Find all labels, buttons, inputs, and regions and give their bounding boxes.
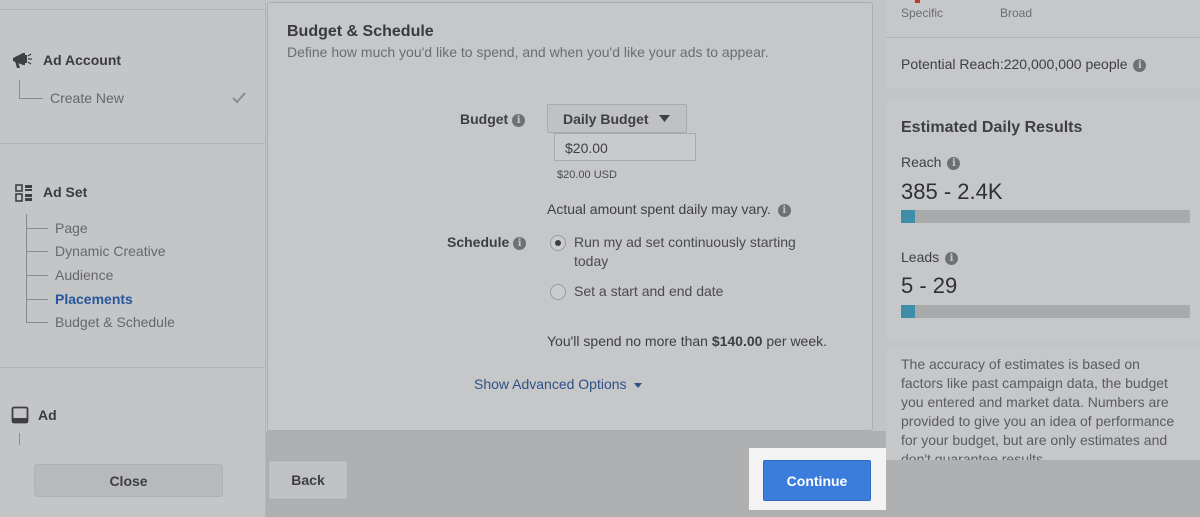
divider (0, 143, 266, 144)
run-continuously-radio[interactable] (550, 235, 566, 251)
close-button[interactable]: Close (34, 464, 223, 497)
specific-label: Specific (901, 6, 944, 20)
card-subtitle: Define how much you'd like to spend, and… (287, 44, 769, 60)
budget-type-dropdown[interactable]: Daily Budget (547, 104, 687, 133)
leads-label: Leads i (901, 249, 959, 265)
info-icon[interactable]: i (777, 203, 791, 217)
continue-button[interactable]: Continue (763, 460, 871, 501)
estimated-results-panel: Estimated Daily Results Reach i 385 - 2.… (886, 100, 1200, 340)
info-icon[interactable]: i (512, 113, 526, 127)
ad-account-title: Ad Account (43, 52, 122, 68)
audience-meter-tick (915, 0, 920, 3)
info-icon[interactable]: i (947, 156, 961, 170)
sidebar: Ad Account Create New Ad Set Page Dynami… (0, 0, 266, 517)
caret-down-icon (634, 382, 643, 388)
vary-note: Actual amount spent daily may vary. i (547, 201, 791, 217)
sidebar-item-dynamic-creative[interactable]: Dynamic Creative (55, 243, 165, 259)
reach-value: 385 - 2.4K (901, 179, 1003, 204)
budget-label: Budget i (460, 111, 526, 127)
divider (0, 9, 266, 10)
sidebar-item-create-new[interactable]: Create New (50, 90, 124, 106)
run-continuously-label-line1[interactable]: Run my ad set continuously starting (574, 234, 796, 250)
accuracy-note-panel: The accuracy of estimates is based on fa… (886, 347, 1200, 460)
ad-title: Ad (38, 407, 57, 423)
info-icon[interactable]: i (945, 251, 959, 265)
leads-value: 5 - 29 (901, 273, 958, 298)
reach-bar (901, 210, 1190, 223)
info-icon[interactable]: i (513, 236, 527, 250)
leads-bar (901, 305, 1190, 318)
ad-set-title: Ad Set (43, 184, 88, 200)
megaphone-icon (13, 53, 32, 68)
weekly-spend-note: You'll spend no more than $140.00 per we… (547, 333, 828, 349)
audience-size-panel: Specific Broad Potential Reach:220,000,0… (886, 0, 1200, 88)
sidebar-item-placements[interactable]: Placements (55, 291, 133, 307)
sidebar-item-page[interactable]: Page (55, 220, 88, 236)
ad-tablet-icon (11, 406, 29, 424)
show-advanced-options-link[interactable]: Show Advanced Options (474, 376, 643, 392)
caret-down-icon (658, 115, 670, 122)
ad-set-grid-icon (15, 184, 32, 202)
checkmark-icon (232, 92, 246, 104)
leads-bar-fill (901, 305, 916, 318)
accuracy-note: The accuracy of estimates is based on fa… (901, 356, 1175, 460)
back-button[interactable]: Back (268, 460, 348, 500)
potential-reach: Potential Reach:220,000,000 people i (901, 56, 1147, 72)
sidebar-item-audience[interactable]: Audience (55, 267, 113, 283)
budget-schedule-card: Budget & Schedule Define how much you'd … (267, 2, 873, 431)
divider (0, 367, 266, 368)
sidebar-item-budget-schedule[interactable]: Budget & Schedule (55, 314, 175, 330)
broad-label: Broad (1000, 6, 1033, 20)
schedule-label: Schedule i (447, 234, 527, 250)
budget-amount-input[interactable]: $20.00 (554, 133, 696, 161)
start-end-date-radio[interactable] (550, 284, 566, 300)
budget-usd-note: $20.00 USD (557, 169, 617, 181)
estimates-title: Estimated Daily Results (901, 119, 1083, 136)
start-end-date-label[interactable]: Set a start and end date (574, 283, 723, 299)
run-continuously-label-line2[interactable]: today (574, 253, 608, 269)
reach-bar-fill (901, 210, 916, 223)
info-icon[interactable]: i (1133, 58, 1147, 72)
card-title: Budget & Schedule (287, 23, 434, 40)
reach-label: Reach i (901, 154, 961, 170)
